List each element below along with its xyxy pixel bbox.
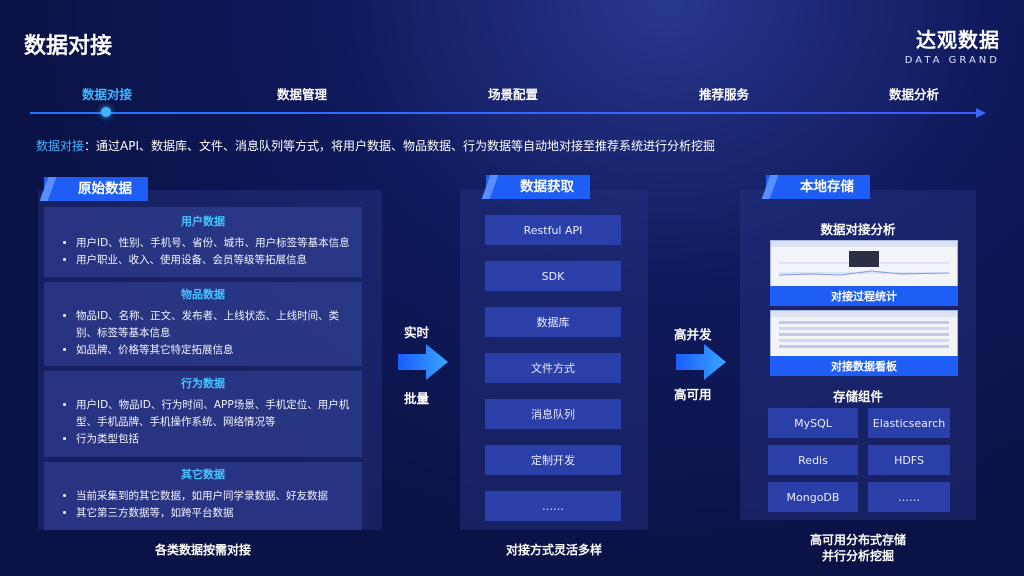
storage-caption-line2: 并行分析挖掘 xyxy=(821,549,894,563)
component-redis: Redis xyxy=(768,445,858,475)
section-title: 行为数据 xyxy=(181,377,225,390)
step-data-analysis[interactable]: 数据分析 xyxy=(889,84,939,103)
component-mongodb: MongoDB xyxy=(768,482,858,512)
storage-header: 本地存储 xyxy=(766,175,870,199)
list-item: 用户职业、收入、使用设备、会员等级等拓展信息 xyxy=(76,252,356,269)
arrow1-top-label: 实时 xyxy=(404,325,430,340)
list-item: 用户ID、物品ID、行为时间、APP场景、手机定位、用户机型、手机品牌、手机操作… xyxy=(76,397,356,431)
right-arrow-icon xyxy=(676,344,726,380)
method-custom: 定制开发 xyxy=(485,445,621,475)
timeline-line xyxy=(30,112,984,114)
dashboard-thumbnail xyxy=(771,311,957,348)
raw-data-header: 原始数据 xyxy=(44,177,148,201)
arrow1-bottom-label: 批量 xyxy=(404,391,430,406)
method-more: …… xyxy=(485,491,621,521)
step-recommend-service[interactable]: 推荐服务 xyxy=(699,84,749,103)
analysis-title: 数据对接分析 xyxy=(820,222,896,237)
method-file: 文件方式 xyxy=(485,353,621,383)
timeline-active-dot xyxy=(101,107,111,117)
component-elasticsearch: Elasticsearch xyxy=(868,408,950,438)
dashboard-thumbnail xyxy=(771,241,957,276)
components-title: 存储组件 xyxy=(832,389,883,404)
process-stats-label: 对接过程统计 xyxy=(770,286,958,306)
description-text: ：通过API、数据库、文件、消息队列等方式，将用户数据、物品数据、行为数据等自动… xyxy=(84,139,716,153)
method-sdk: SDK xyxy=(485,261,621,291)
acquisition-caption: 对接方式灵活多样 xyxy=(505,543,602,557)
component-mysql: MySQL xyxy=(768,408,858,438)
step-data-integration[interactable]: 数据对接 xyxy=(82,84,132,103)
method-message-queue: 消息队列 xyxy=(485,399,621,429)
description-highlight: 数据对接 xyxy=(36,139,85,153)
acquisition-header: 数据获取 xyxy=(486,175,590,199)
brand-name-cn: 达观数据 xyxy=(916,28,1000,52)
step-data-management[interactable]: 数据管理 xyxy=(277,84,327,103)
list-item: 行为类型包括 xyxy=(76,431,356,448)
arrow2-top-label: 高并发 xyxy=(674,327,712,342)
brand-logo: 达观数据 DATA GRAND xyxy=(905,24,1000,66)
page-title: 数据对接 xyxy=(24,34,113,59)
arrow2-bottom-label: 高可用 xyxy=(674,387,712,402)
list-item: 其它第三方数据等，如跨平台数据 xyxy=(76,505,356,522)
list-item: 如品牌、价格等其它特定拓展信息 xyxy=(76,342,356,359)
section-title: 其它数据 xyxy=(181,468,225,481)
list-item: 用户ID、性别、手机号、省份、城市、用户标签等基本信息 xyxy=(76,235,356,252)
component-hdfs: HDFS xyxy=(868,445,950,475)
description: 数据对接：通过API、数据库、文件、消息队列等方式，将用户数据、物品数据、行为数… xyxy=(36,137,715,154)
component-more: …… xyxy=(868,482,950,512)
section-behavior-data: 行为数据 用户ID、物品ID、行为时间、APP场景、手机定位、用户机型、手机品牌… xyxy=(44,371,362,457)
section-user-data: 用户数据 用户ID、性别、手机号、省份、城市、用户标签等基本信息 用户职业、收入… xyxy=(44,207,362,277)
data-board-label: 对接数据看板 xyxy=(770,356,958,376)
section-item-data: 物品数据 物品ID、名称、正文、发布者、上线状态、上线时间、类别、标签等基本信息… xyxy=(44,282,362,366)
method-restful-api: Restful API xyxy=(485,215,621,245)
section-other-data: 其它数据 当前采集到的其它数据，如用户同学录数据、好友数据 其它第三方数据等，如… xyxy=(44,462,362,530)
section-title: 物品数据 xyxy=(181,288,225,301)
brand-name-en: DATA GRAND xyxy=(904,55,1000,66)
list-item: 物品ID、名称、正文、发布者、上线状态、上线时间、类别、标签等基本信息 xyxy=(76,308,356,342)
storage-caption: 高可用分布式存储 并行分析挖掘 xyxy=(740,532,976,564)
list-item: 当前采集到的其它数据，如用户同学录数据、好友数据 xyxy=(76,488,356,505)
method-database: 数据库 xyxy=(485,307,621,337)
storage-caption-line1: 高可用分布式存储 xyxy=(809,533,906,547)
section-title: 用户数据 xyxy=(181,215,225,228)
right-arrow-icon xyxy=(398,344,448,380)
raw-data-caption: 各类数据按需对接 xyxy=(154,543,251,557)
timeline-arrow-icon xyxy=(976,108,986,118)
step-scene-config[interactable]: 场景配置 xyxy=(488,84,538,103)
